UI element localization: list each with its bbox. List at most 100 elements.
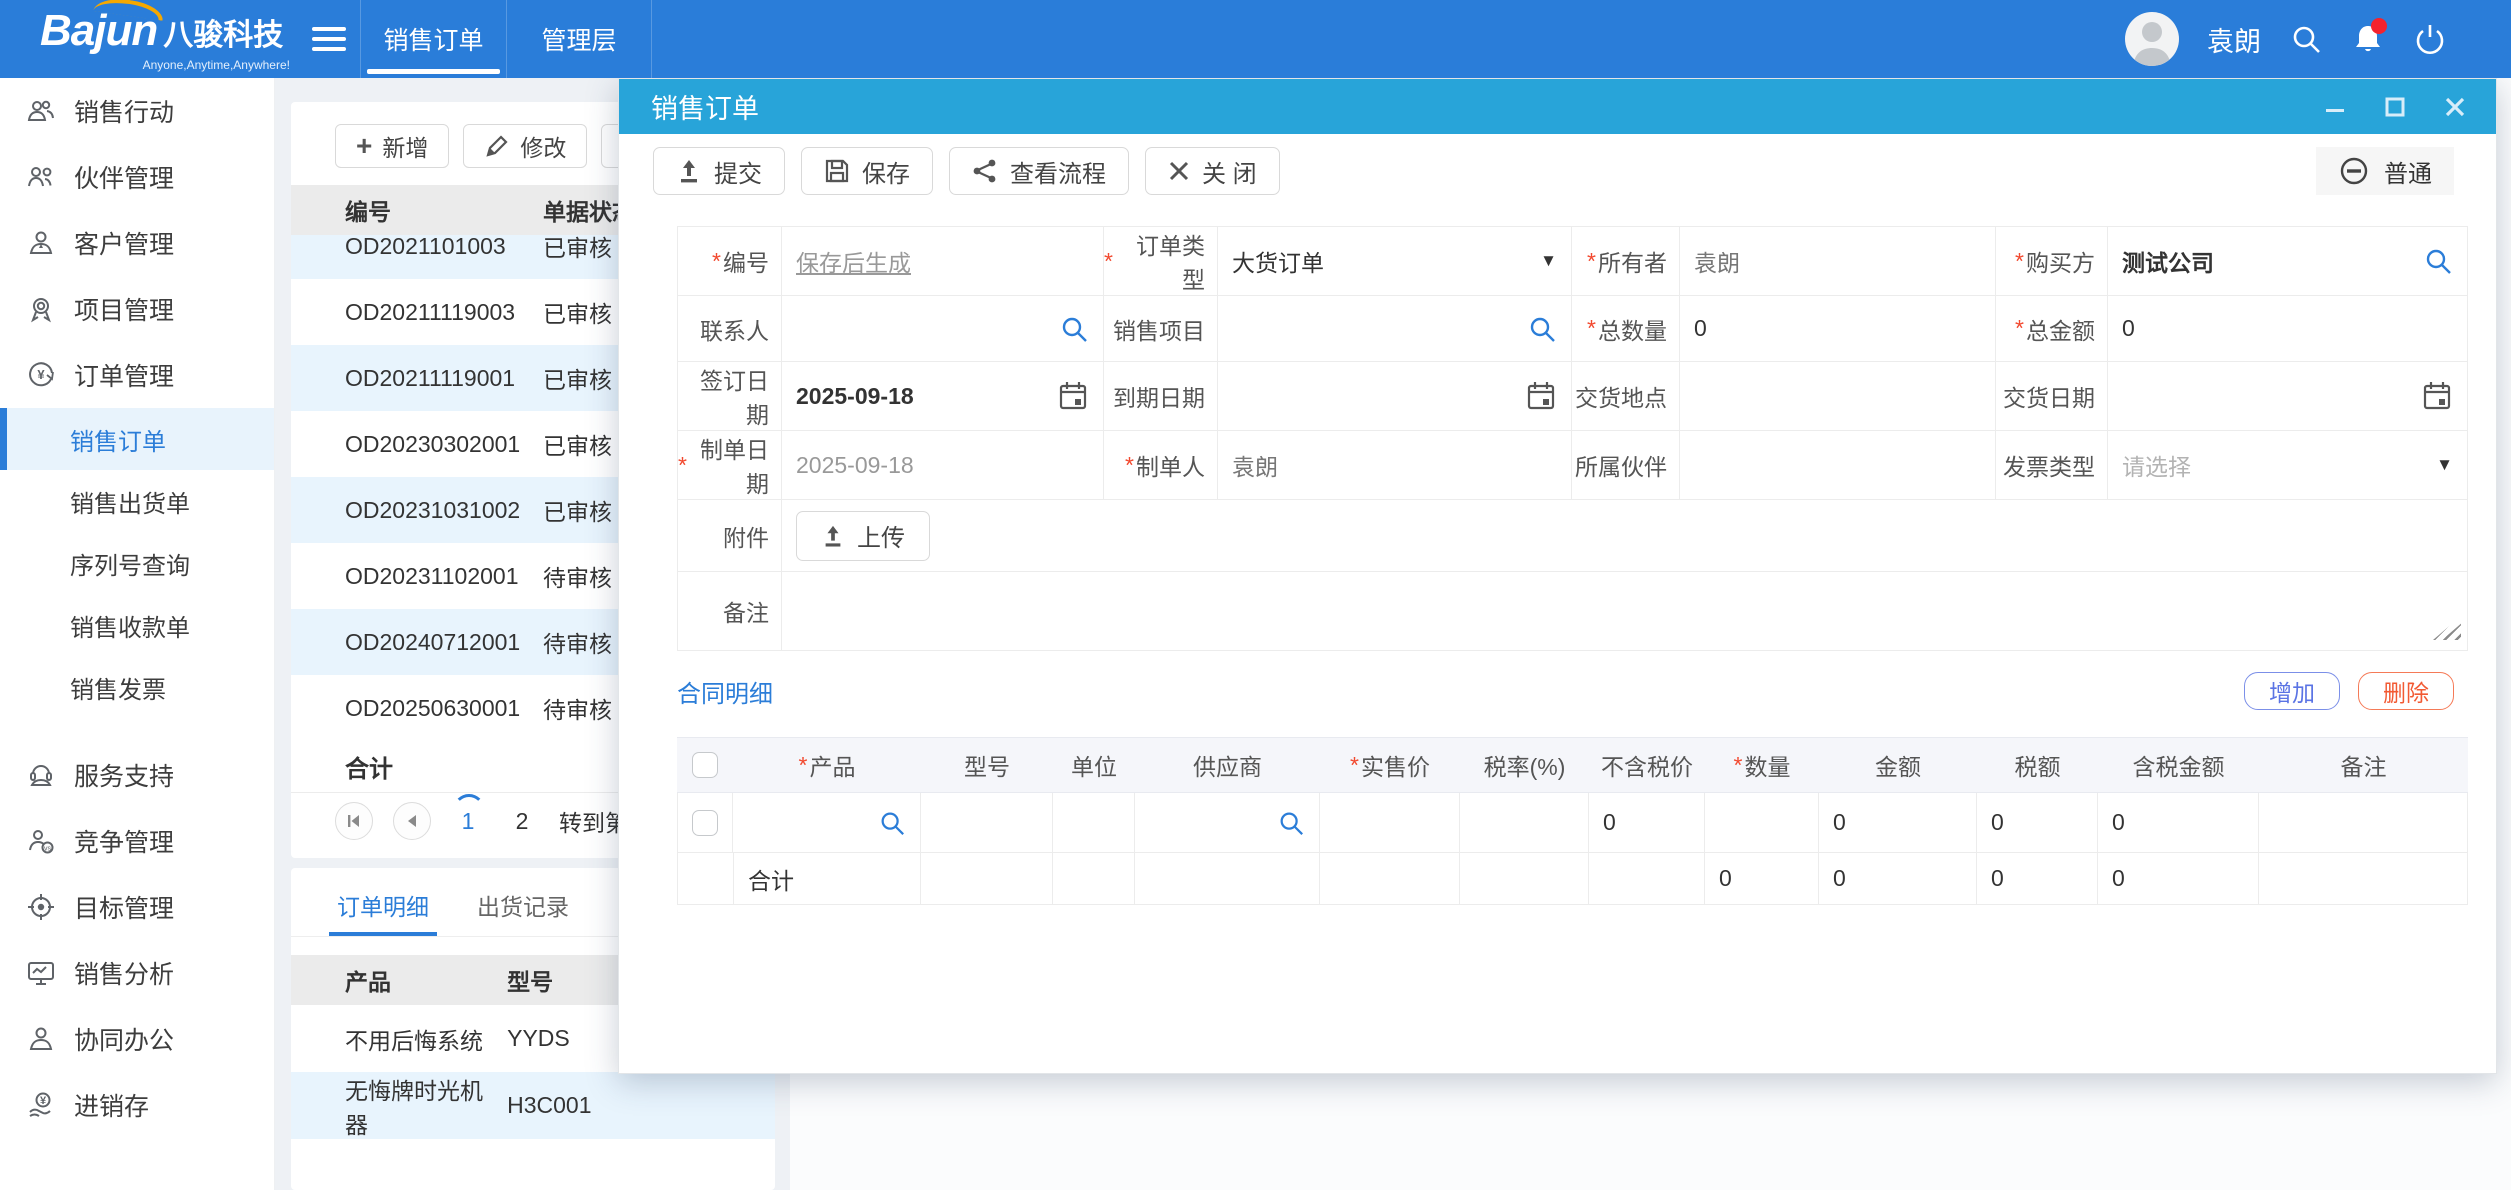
edit-button[interactable]: 修改 (463, 124, 587, 168)
untaxed-price-cell[interactable]: 0 (1589, 793, 1705, 853)
tax-cell[interactable]: 0 (1977, 793, 2098, 853)
close-button[interactable]: 关 闭 (1145, 147, 1280, 195)
logo-cn-text: 八骏科技 (163, 10, 283, 54)
sign-date-field[interactable]: 2025-09-18 (782, 362, 1104, 431)
sidebar-subitem-sales-receipt[interactable]: 销售收款单 (0, 594, 274, 656)
list-item[interactable]: 无悔牌时光机器 H3C001 (291, 1072, 775, 1139)
page-number-1[interactable]: 1 (451, 808, 485, 835)
tab-management[interactable]: 管理层 (506, 0, 652, 78)
search-icon[interactable] (878, 809, 906, 837)
label-attachment: 附件 (678, 500, 782, 572)
close-icon[interactable] (2440, 92, 2470, 122)
col-remark: 备注 (2259, 738, 2468, 792)
unit-cell[interactable] (1053, 793, 1135, 853)
topbar-right: 袁朗 (2125, 12, 2511, 66)
sales-order-modal: 销售订单 提交 保存 (618, 78, 2497, 1074)
sidebar-item-partner-mgmt[interactable]: 伙伴管理 (0, 144, 274, 210)
sidebar-item-customer-mgmt[interactable]: 客户管理 (0, 210, 274, 276)
qty-cell[interactable] (1705, 793, 1819, 853)
partner-field[interactable] (1680, 431, 1996, 500)
col-model: 型号 (921, 738, 1053, 792)
save-button[interactable]: 保存 (801, 147, 933, 195)
power-icon[interactable] (2413, 22, 2447, 56)
delivery-date-field[interactable] (2108, 362, 2468, 431)
search-icon[interactable] (1059, 314, 1089, 344)
tab-shipment-records[interactable]: 出货记录 (475, 880, 571, 936)
prev-page-button[interactable] (393, 802, 431, 840)
search-icon[interactable] (1527, 314, 1557, 344)
model-cell[interactable] (921, 793, 1053, 853)
row-checkbox[interactable] (692, 810, 718, 836)
add-line-button[interactable]: 增加 (2244, 672, 2340, 710)
search-icon[interactable] (1277, 809, 1305, 837)
resize-grip-icon[interactable] (2433, 616, 2461, 640)
chevron-down-icon: ▼ (2436, 455, 2453, 475)
sidebar-subitem-sales-invoice[interactable]: 销售发票 (0, 656, 274, 718)
remark-cell[interactable] (2259, 793, 2468, 853)
first-page-button[interactable] (335, 802, 373, 840)
tab-order-lines[interactable]: 订单明细 (335, 880, 431, 936)
sidebar-subitem-sales-shipment[interactable]: 销售出货单 (0, 470, 274, 532)
minimize-icon[interactable] (2320, 92, 2350, 122)
search-icon[interactable] (2423, 246, 2453, 276)
view-flow-button[interactable]: 查看流程 (949, 147, 1129, 195)
contract-line-row: 0 0 0 0 (677, 793, 2468, 853)
label-order-type: 订单类型 (1104, 227, 1218, 296)
bell-icon[interactable] (2351, 22, 2385, 56)
order-type-select[interactable]: 大货订单▼ (1218, 227, 1572, 296)
contact-field[interactable] (782, 296, 1104, 362)
tab-sales-order[interactable]: 销售订单 (360, 0, 506, 78)
product-search-field[interactable] (733, 793, 921, 853)
sidebar-item-sales-action[interactable]: 销售行动 (0, 78, 274, 144)
sidebar-item-order-mgmt[interactable]: ¥ 订单管理 (0, 342, 274, 408)
col-unit: 单位 (1053, 738, 1135, 792)
taxed-amount-cell[interactable]: 0 (2098, 793, 2259, 853)
search-icon[interactable] (2289, 22, 2323, 56)
logo-tagline: Anyone,Anytime,Anywhere! (40, 58, 290, 72)
sidebar-item-target-mgmt[interactable]: 目标管理 (0, 874, 274, 940)
total-amount-field[interactable]: 0 (2108, 296, 2468, 362)
hamburger-menu-icon[interactable] (312, 21, 346, 57)
sidebar-subitem-serial-query[interactable]: 序列号查询 (0, 532, 274, 594)
calendar-icon[interactable] (2421, 380, 2453, 412)
amount-cell[interactable]: 0 (1819, 793, 1977, 853)
delete-line-button[interactable]: 删除 (2358, 672, 2454, 710)
page-number-2[interactable]: 2 (505, 808, 539, 835)
sidebar-item-competition-mgmt[interactable]: vs 竞争管理 (0, 808, 274, 874)
maximize-icon[interactable] (2380, 92, 2410, 122)
sale-price-cell[interactable] (1320, 793, 1460, 853)
total-qty-field[interactable]: 0 (1680, 296, 1996, 362)
submit-button[interactable]: 提交 (653, 147, 785, 195)
order-no-field[interactable]: 保存后生成 (782, 227, 1104, 296)
total-amount: 0 (1819, 853, 1977, 905)
label-due-date: 到期日期 (1104, 362, 1218, 431)
add-button[interactable]: + 新增 (335, 124, 449, 168)
select-all-checkbox[interactable] (692, 752, 718, 778)
due-date-field[interactable] (1218, 362, 1572, 431)
tax-rate-cell[interactable] (1460, 793, 1589, 853)
label-contact: 联系人 (678, 296, 782, 362)
priority-selector[interactable]: 普通 (2316, 147, 2454, 195)
sidebar-item-inventory[interactable]: ¥ 进销存 (0, 1072, 274, 1138)
calendar-icon[interactable] (1057, 380, 1089, 412)
sidebar-item-collaboration[interactable]: 协同办公 (0, 1006, 274, 1072)
buyer-field[interactable]: 测试公司 (2108, 227, 2468, 296)
avatar[interactable] (2125, 12, 2179, 66)
sidebar-subitem-sales-order[interactable]: 销售订单 (0, 408, 274, 470)
total-label: 合计 (733, 853, 921, 905)
calendar-icon[interactable] (1525, 380, 1557, 412)
sales-project-field[interactable] (1218, 296, 1572, 362)
sidebar-item-sales-analysis[interactable]: 销售分析 (0, 940, 274, 1006)
user-name[interactable]: 袁朗 (2207, 20, 2261, 59)
total-tax: 0 (1977, 853, 2098, 905)
sidebar-item-project-mgmt[interactable]: 项目管理 (0, 276, 274, 342)
delivery-place-field[interactable] (1680, 362, 1996, 431)
modal-toolbar: 提交 保存 查看流程 关 闭 普通 (653, 147, 2454, 195)
sidebar-item-service-support[interactable]: 服务支持 (0, 742, 274, 808)
invoice-type-select[interactable]: 请选择▼ (2108, 431, 2468, 500)
supplier-search-field[interactable] (1135, 793, 1320, 853)
remark-textarea[interactable] (782, 572, 2468, 651)
label-delivery-place: 交货地点 (1572, 362, 1680, 431)
upload-button[interactable]: 上传 (796, 511, 930, 561)
app-logo: Bajun 八骏科技 Anyone,Anytime,Anywhere! (40, 6, 290, 72)
